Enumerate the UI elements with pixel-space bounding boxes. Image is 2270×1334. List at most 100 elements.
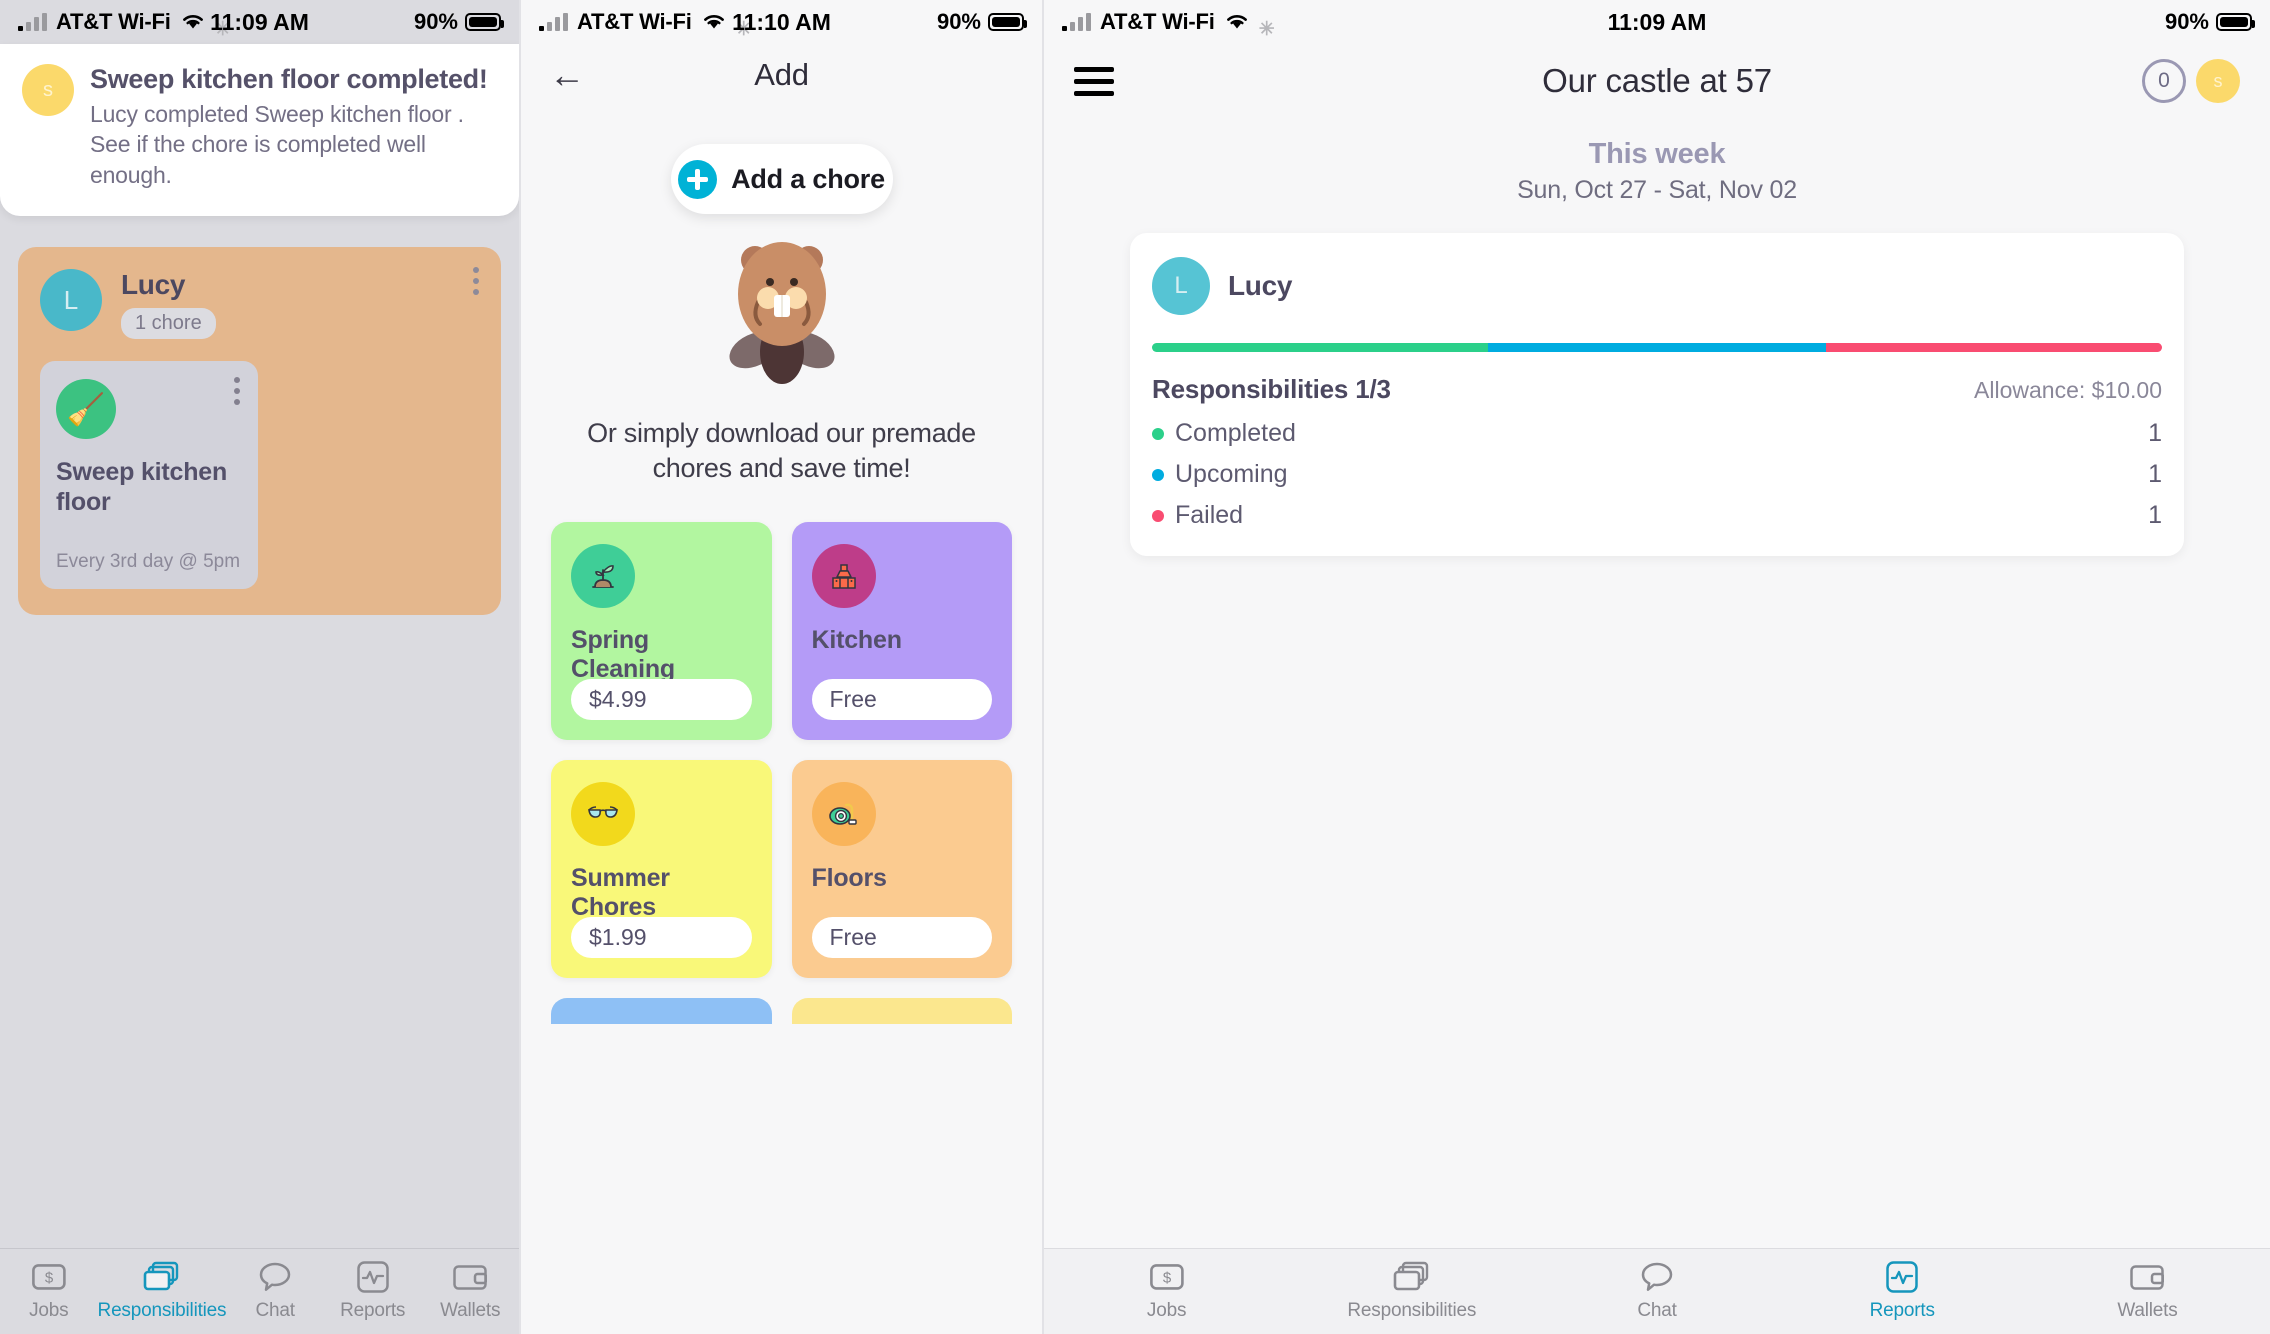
- pulse-chart-icon: [356, 1261, 389, 1293]
- member-options-icon[interactable]: [473, 267, 479, 296]
- chore-packs-grid: Spring Cleaning $4.99 Kitchen Free Summe…: [551, 522, 1012, 1025]
- status-time: 11:09 AM: [1607, 8, 1707, 35]
- tab-wallets[interactable]: Wallets: [421, 1261, 519, 1322]
- battery-icon: [2216, 13, 2255, 31]
- tab-label: Responsibilities: [97, 1300, 227, 1321]
- report-stat-rows: Completed 1 Upcoming 1 Failed 1: [1152, 419, 2162, 530]
- chore-pack-card-partial[interactable]: [791, 998, 1012, 1025]
- tab-bar-1: $ Jobs Responsibilities Chat Reports Wal…: [0, 1248, 519, 1334]
- tab-label: Reports: [340, 1300, 406, 1321]
- pack-price[interactable]: Free: [811, 917, 992, 959]
- add-chore-button[interactable]: Add a chore: [670, 144, 893, 214]
- household-title: Our castle at 57: [1542, 62, 1772, 99]
- screen-reports: AT&T Wi-Fi 11:09 AM 90% Our castle at 57…: [1044, 0, 2270, 1334]
- tab-label: Wallets: [440, 1300, 501, 1321]
- screen-responsibilities: AT&T Wi-Fi 11:09 AM 90% s Sweep kitchen …: [0, 0, 519, 1334]
- speech-bubble-icon: [259, 1261, 291, 1293]
- wallet-icon: [2130, 1261, 2165, 1293]
- pack-price[interactable]: $1.99: [571, 917, 752, 959]
- report-meta: Responsibilities 1/3 Allowance: $10.00: [1152, 374, 2162, 405]
- progress-segment-failed: [1825, 343, 2162, 352]
- chore-pack-card[interactable]: Summer Chores $1.99: [551, 760, 772, 979]
- pack-price[interactable]: Free: [811, 679, 992, 721]
- week-title: This week: [1588, 138, 1726, 170]
- chore-title: Sweep kitchen floor: [56, 458, 228, 517]
- stacked-cards-icon: [143, 1261, 181, 1293]
- stat-value: 1: [2148, 460, 2162, 488]
- screen-add-chore: AT&T Wi-Fi 11:10 AM 90% ← Add Add a chor…: [519, 0, 1044, 1334]
- tab-label: Reports: [1869, 1300, 1935, 1321]
- tab-label: Responsibilities: [1347, 1300, 1477, 1321]
- status-bar-3: AT&T Wi-Fi 11:09 AM 90%: [1044, 0, 2270, 44]
- progress-segment-upcoming: [1488, 343, 1826, 352]
- add-chore-label: Add a chore: [731, 163, 885, 194]
- allowance-amount: Allowance: $10.00: [1974, 377, 2162, 403]
- week-range: Sun, Oct 27 - Sat, Nov 02: [1517, 176, 1797, 204]
- progress-bar: [1152, 343, 2162, 352]
- report-avatar: L: [1152, 257, 1210, 315]
- kitchen-counter-icon: [811, 544, 876, 609]
- member-info: Lucy 1 chore: [121, 269, 216, 340]
- svg-text:$: $: [45, 1270, 54, 1287]
- chore-pack-card-partial[interactable]: [551, 998, 772, 1025]
- tab-label: Jobs: [29, 1300, 69, 1321]
- pack-name: Kitchen: [811, 626, 902, 655]
- report-member-name: Lucy: [1228, 270, 1293, 301]
- stat-value: 1: [2148, 501, 2162, 529]
- tab-reports[interactable]: Reports: [1780, 1261, 2025, 1322]
- tab-reports[interactable]: Reports: [324, 1261, 422, 1322]
- stat-value: 1: [2148, 419, 2162, 447]
- pack-name: Summer Chores: [571, 864, 670, 922]
- tab-label: Chat: [1637, 1300, 1677, 1321]
- stat-row-completed: Completed 1: [1152, 419, 2162, 448]
- tab-label: Wallets: [2117, 1300, 2178, 1321]
- chore-pack-card[interactable]: Floors Free: [791, 760, 1012, 979]
- sunglasses-icon: [571, 782, 635, 847]
- status-time: 11:10 AM: [732, 8, 831, 35]
- broom-icon: 🧹: [56, 379, 116, 440]
- stat-label: Completed: [1175, 419, 1296, 447]
- battery-icon: [465, 13, 504, 31]
- sprout-icon: [571, 544, 635, 609]
- coin-badge[interactable]: 0: [2142, 59, 2186, 103]
- stat-row-upcoming: Upcoming 1: [1152, 460, 2162, 489]
- tab-responsibilities[interactable]: Responsibilities: [98, 1261, 227, 1322]
- status-bar-2: AT&T Wi-Fi 11:10 AM 90%: [521, 0, 1042, 44]
- wallet-icon: [453, 1261, 488, 1293]
- tab-chat[interactable]: Chat: [226, 1261, 324, 1322]
- pack-name: Spring Cleaning: [571, 626, 675, 684]
- chore-options-icon[interactable]: [234, 377, 240, 406]
- toast-body: Lucy completed Sweep kitchen floor . See…: [90, 101, 464, 188]
- stat-row-failed: Failed 1: [1152, 501, 2162, 530]
- tab-responsibilities[interactable]: Responsibilities: [1289, 1261, 1534, 1322]
- speech-bubble-icon: [1641, 1261, 1673, 1293]
- three-screen-montage: AT&T Wi-Fi 11:09 AM 90% s Sweep kitchen …: [0, 0, 2270, 1334]
- toast-title: Sweep kitchen floor completed!: [90, 64, 488, 94]
- chore-count-badge: 1 chore: [121, 308, 216, 340]
- report-header: L Lucy: [1152, 257, 2162, 315]
- status-dot-completed: [1152, 427, 1164, 440]
- status-dot-failed: [1152, 509, 1164, 522]
- vacuum-icon: [811, 782, 876, 847]
- toast-text: Sweep kitchen floor completed! Lucy comp…: [90, 64, 497, 190]
- chore-pack-card[interactable]: Kitchen Free: [791, 522, 1012, 741]
- avatar[interactable]: s: [2196, 59, 2240, 103]
- status-time: 11:09 AM: [210, 8, 309, 35]
- responsibilities-count: Responsibilities 1/3: [1152, 374, 1391, 404]
- tab-chat[interactable]: Chat: [1534, 1261, 1779, 1322]
- notification-toast[interactable]: s Sweep kitchen floor completed! Lucy co…: [0, 44, 519, 217]
- report-card-lucy[interactable]: L Lucy Responsibilities 1/3 Allowance: $…: [1130, 233, 2184, 556]
- stat-label: Failed: [1175, 501, 1244, 529]
- tab-jobs[interactable]: $ Jobs: [0, 1261, 98, 1322]
- pack-price[interactable]: $4.99: [571, 679, 752, 721]
- member-avatar: L: [40, 269, 102, 332]
- chore-card[interactable]: 🧹 Sweep kitchen floor Every 3rd day @ 5p…: [40, 361, 258, 590]
- pack-name: Floors: [811, 864, 887, 893]
- page-title: Add: [754, 57, 809, 92]
- member-card-lucy[interactable]: L Lucy 1 chore 🧹 Sweep kitchen floor Eve…: [18, 247, 501, 616]
- tab-wallets[interactable]: Wallets: [2025, 1261, 2270, 1322]
- tab-bar-3: $ Jobs Responsibilities Chat Reports Wal…: [1044, 1248, 2270, 1334]
- chore-pack-card[interactable]: Spring Cleaning $4.99: [551, 522, 772, 741]
- member-header: L Lucy 1 chore: [40, 269, 479, 340]
- tab-jobs[interactable]: $ Jobs: [1044, 1261, 1289, 1322]
